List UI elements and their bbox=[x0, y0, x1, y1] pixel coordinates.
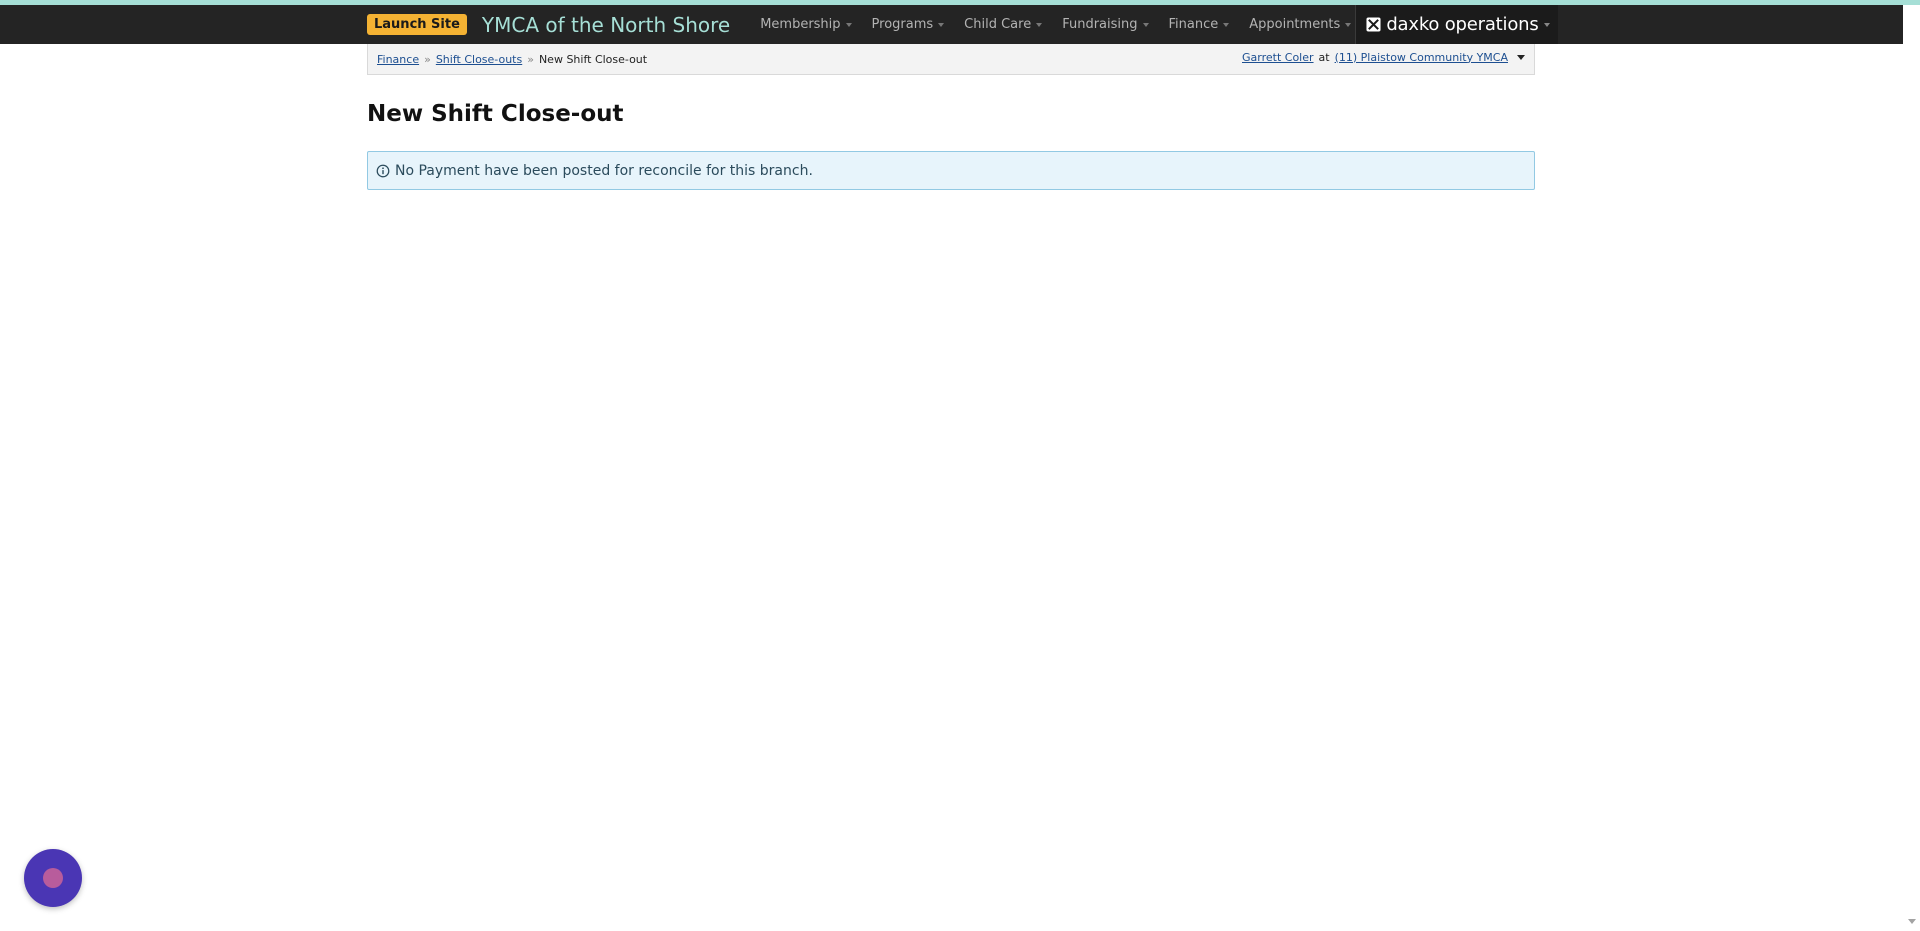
info-alert: No Payment have been posted for reconcil… bbox=[367, 151, 1535, 190]
chevron-down-icon bbox=[1223, 22, 1230, 27]
breadcrumb: Finance » Shift Close-outs » New Shift C… bbox=[377, 53, 647, 66]
chevron-down-icon bbox=[1036, 22, 1043, 27]
nav-item-label: Child Care bbox=[964, 17, 1032, 32]
nav-item-child-care[interactable]: Child Care bbox=[964, 17, 1043, 32]
page-scrollbar[interactable] bbox=[1903, 5, 1920, 931]
daxko-operations-menu[interactable]: daxko operations bbox=[1355, 5, 1558, 44]
nav-item-programs[interactable]: Programs bbox=[872, 17, 945, 32]
info-icon bbox=[376, 164, 390, 177]
chevron-down-icon bbox=[1142, 22, 1149, 27]
user-name-link[interactable]: Garrett Coler bbox=[1242, 51, 1314, 64]
nav-item-membership[interactable]: Membership bbox=[760, 17, 852, 32]
alert-message: No Payment have been posted for reconcil… bbox=[395, 162, 813, 179]
breadcrumb-current: New Shift Close-out bbox=[538, 52, 648, 66]
main-nav: Membership Programs Child Care Fundraisi… bbox=[760, 5, 1355, 44]
brand-title[interactable]: YMCA of the North Shore bbox=[482, 13, 730, 37]
chevron-down-icon bbox=[845, 22, 852, 27]
top-navigation-inner: Launch Site YMCA of the North Shore Memb… bbox=[367, 5, 1558, 44]
nav-item-label: Finance bbox=[1168, 17, 1219, 32]
chevron-down-icon bbox=[1345, 22, 1352, 27]
breadcrumb-separator: » bbox=[424, 52, 431, 66]
chat-launcher-icon bbox=[43, 868, 63, 888]
nav-item-label: Membership bbox=[760, 17, 841, 32]
breadcrumb-bar: Finance » Shift Close-outs » New Shift C… bbox=[367, 44, 1535, 75]
daxko-product-name: daxko operations bbox=[1386, 14, 1539, 35]
breadcrumb-separator: » bbox=[527, 52, 534, 66]
nav-item-label: Fundraising bbox=[1062, 17, 1138, 32]
launch-site-button[interactable]: Launch Site bbox=[367, 14, 467, 35]
breadcrumb-link-shift-close-outs[interactable]: Shift Close-outs bbox=[436, 53, 522, 66]
nav-item-finance[interactable]: Finance bbox=[1169, 17, 1230, 32]
chevron-down-icon bbox=[1543, 22, 1550, 27]
top-navigation-bar: Launch Site YMCA of the North Shore Memb… bbox=[0, 5, 1920, 44]
branch-link[interactable]: (11) Plaistow Community YMCA bbox=[1335, 51, 1508, 64]
nav-item-label: Appointments bbox=[1249, 17, 1341, 32]
nav-item-fundraising[interactable]: Fundraising bbox=[1062, 17, 1149, 32]
chevron-down-icon bbox=[938, 22, 945, 27]
breadcrumb-link-finance[interactable]: Finance bbox=[377, 53, 419, 66]
nav-item-appointments[interactable]: Appointments bbox=[1249, 17, 1352, 32]
daxko-logo-icon bbox=[1366, 17, 1381, 32]
caret-down-icon[interactable] bbox=[1517, 54, 1525, 60]
scroll-down-arrow-icon[interactable] bbox=[1908, 919, 1916, 924]
page-title: New Shift Close-out bbox=[367, 101, 624, 127]
nav-item-label: Programs bbox=[871, 17, 934, 32]
chat-launcher-button[interactable] bbox=[24, 849, 82, 907]
user-at-text: at bbox=[1318, 50, 1330, 64]
user-branch-info: Garrett Coler at (11) Plaistow Community… bbox=[1242, 51, 1525, 64]
